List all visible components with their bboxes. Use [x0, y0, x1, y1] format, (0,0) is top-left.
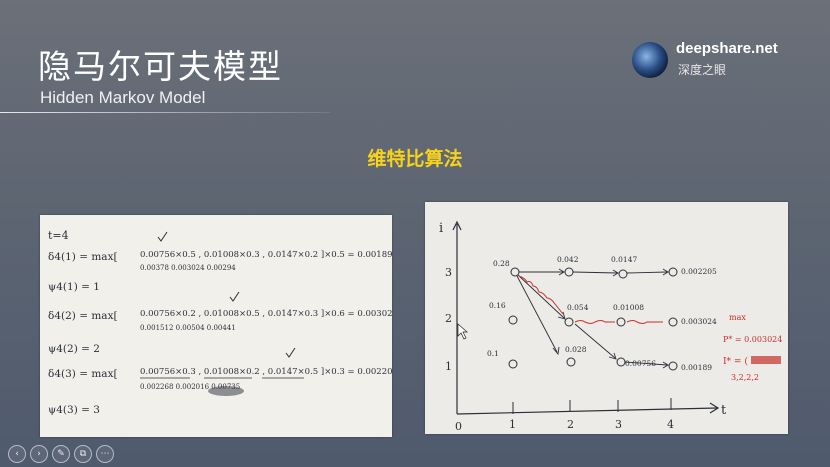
axis-t-label: t [721, 403, 727, 418]
brand-logo: deepshare.net 深度之眼 [632, 40, 802, 80]
slide-title-english: Hidden Markov Model [40, 88, 206, 107]
delta-4-3-terms: 0.00756×0.3 , 0.01008×0.2 , 0.0147×0.5 ]… [140, 367, 392, 377]
eye-logo-icon [632, 42, 668, 78]
scribble-mark [208, 386, 244, 396]
y-tick-1: 1 [445, 360, 452, 373]
handwritten-calculation-photo: t=4 δ4(1) = max[ 0.00756×0.5 , 0.01008×0… [40, 215, 392, 437]
x-tick-2: 2 [567, 418, 574, 431]
node-t3-s3: 0.0147 [611, 255, 637, 264]
node-t4-s2: 0.003024 [681, 317, 717, 326]
t-label: t=4 [48, 229, 69, 242]
i-star-note: I* = ( [723, 356, 748, 367]
x-tick-1: 1 [509, 418, 516, 431]
delta-4-1-terms: 0.00756×0.5 , 0.01008×0.3 , 0.0147×0.2 ]… [140, 250, 392, 260]
delta-4-2-terms: 0.00756×0.2 , 0.01008×0.5 , 0.0147×0.3 ]… [140, 309, 392, 319]
more-options-button[interactable]: ⋯ [96, 445, 114, 463]
node-t2-s2: 0.054 [567, 303, 589, 312]
node-t4-s1: 0.00189 [681, 363, 712, 372]
title-divider [0, 112, 330, 113]
node-t3-s2: 0.01008 [613, 303, 644, 312]
axis-i-label: i [439, 221, 443, 236]
max-note: max [729, 313, 746, 322]
path-note: 3,2,2,2 [731, 373, 759, 382]
check-mark-icon [285, 347, 296, 358]
psi-4-3: ψ4(3) = 3 [48, 404, 100, 416]
delta-4-1-lhs: δ4(1) = max[ [48, 251, 118, 263]
slide-title: 隐马尔可夫模型 [38, 47, 283, 86]
y-tick-3: 3 [445, 266, 452, 279]
mouse-cursor-icon [457, 323, 468, 340]
node-t2-s3: 0.042 [557, 255, 579, 264]
node-t1-s2: 0.16 [489, 301, 506, 310]
node-t1-s3: 0.28 [493, 259, 510, 268]
check-mark-icon [157, 231, 168, 242]
p-star-note: P* = 0.003024 [723, 335, 782, 344]
pen-tool-button[interactable]: ✎ [52, 445, 70, 463]
x-tick-3: 3 [615, 418, 622, 431]
node-t1-s1: 0.1 [487, 349, 499, 358]
delta-4-1-products: 0.00378 0.003024 0.00294 [140, 264, 236, 272]
y-tick-2: 2 [445, 312, 452, 325]
previous-slide-button[interactable]: ‹ [8, 445, 26, 463]
trellis-diagram-photo: i t 0 1 2 3 4 1 2 3 0.28 0.16 0.1 0.042 … [425, 202, 788, 434]
x-tick-0: 0 [455, 420, 462, 433]
slide-sorter-button[interactable]: ⧉ [74, 445, 92, 463]
psi-4-2: ψ4(2) = 2 [48, 343, 100, 355]
delta-4-3-lhs: δ4(3) = max[ [48, 368, 118, 380]
node-t4-s3: 0.002205 [681, 267, 717, 276]
x-tick-4: 4 [667, 418, 674, 431]
section-heading: 维特比算法 [367, 148, 463, 170]
psi-4-1: ψ4(1) = 1 [48, 281, 100, 293]
delta-4-2-products: 0.001512 0.00504 0.00441 [140, 324, 236, 332]
brand-subname: 深度之眼 [678, 63, 727, 77]
brand-name: deepshare.net [676, 40, 778, 57]
node-t2-s1: 0.028 [565, 345, 587, 354]
check-mark-icon [229, 291, 240, 302]
delta-4-2-lhs: δ4(2) = max[ [48, 310, 118, 322]
next-slide-button[interactable]: › [30, 445, 48, 463]
